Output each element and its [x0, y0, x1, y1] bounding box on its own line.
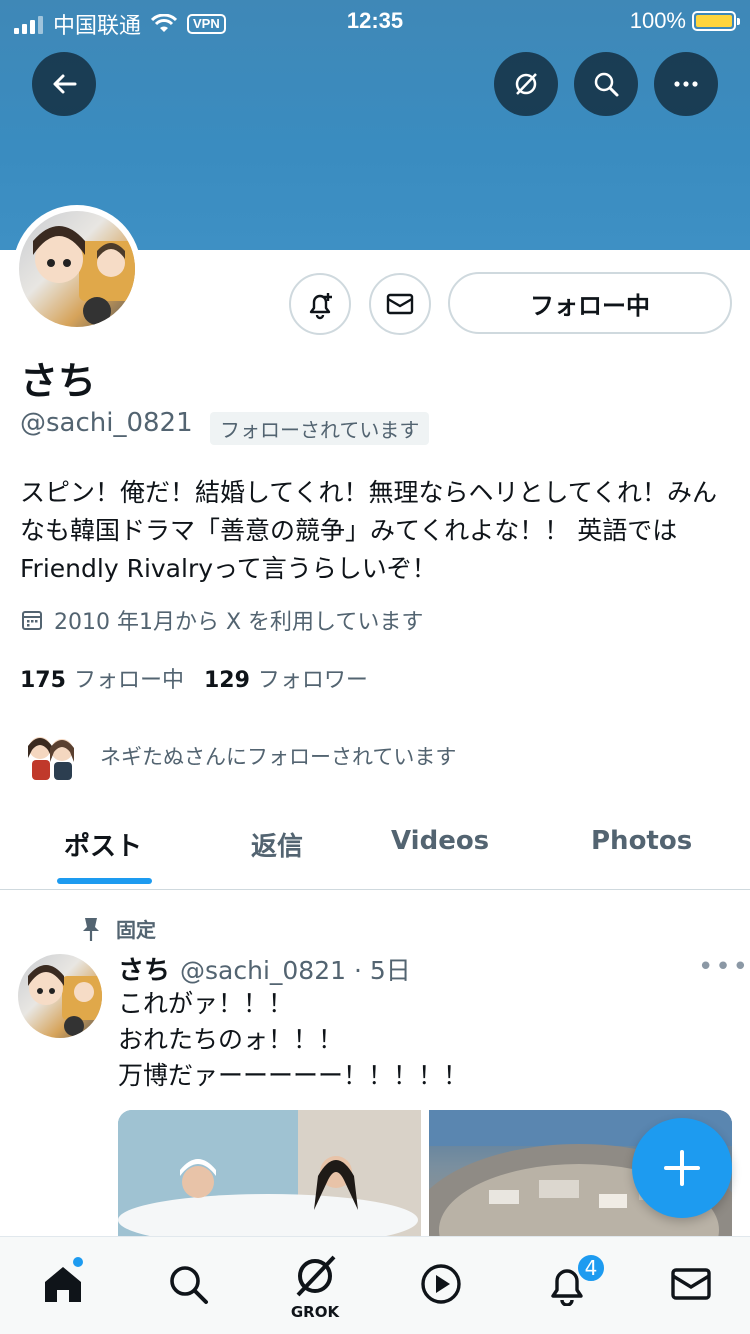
- battery-icon: [692, 11, 740, 31]
- post-line: 万博だァーーーーー！！！！！: [118, 1061, 469, 1090]
- tab-replies[interactable]: 返信: [251, 826, 303, 863]
- nav-video[interactable]: [416, 1259, 466, 1309]
- grok-icon: [296, 1255, 336, 1297]
- mutual-avatars: [20, 728, 80, 784]
- search-icon: [594, 72, 619, 97]
- post-line: おれたちのォ！！！: [118, 1025, 344, 1054]
- play-circle-icon: [421, 1264, 461, 1304]
- status-bar: 中国联通 VPN 12:35 100%: [0, 0, 750, 42]
- handle: @sachi_0821: [20, 408, 193, 438]
- pinned-label: 固定: [116, 918, 156, 942]
- nav-home[interactable]: [38, 1259, 88, 1309]
- follows-you-badge: フォローされています: [210, 412, 430, 445]
- display-name: さち: [20, 359, 97, 403]
- nav-messages[interactable]: [666, 1259, 716, 1309]
- profile-avatar[interactable]: [13, 205, 141, 333]
- envelope-icon: [386, 293, 414, 315]
- battery-percent: 100%: [629, 8, 686, 33]
- grok-icon: [515, 73, 537, 95]
- notifications-badge: 4: [576, 1253, 606, 1283]
- tab-posts[interactable]: ポスト: [64, 826, 142, 863]
- envelope-icon: [671, 1268, 711, 1300]
- following-count: 175: [20, 668, 66, 693]
- followed-by[interactable]: ネギたぬさんにフォローされています: [20, 728, 456, 784]
- post-more-icon[interactable]: •••: [698, 952, 750, 982]
- nav-search[interactable]: [163, 1259, 213, 1309]
- arrow-left-icon: [53, 74, 77, 94]
- more-icon: [674, 81, 698, 87]
- search-button[interactable]: [574, 52, 638, 116]
- home-icon: [45, 1267, 81, 1302]
- message-button[interactable]: [369, 273, 431, 335]
- followed-by-text: ネギたぬさんにフォローされています: [100, 745, 457, 769]
- compose-post-button[interactable]: [632, 1118, 732, 1218]
- bell-plus-icon: [309, 293, 332, 320]
- notify-button[interactable]: [289, 273, 351, 335]
- home-notification-dot: [73, 1257, 83, 1267]
- plus-icon: [664, 1150, 700, 1186]
- post-author-name[interactable]: さち: [118, 950, 170, 987]
- post-image-1[interactable]: [118, 1110, 421, 1236]
- grok-label: GROK: [290, 1303, 340, 1321]
- post-meta: @sachi_0821 · 5日: [180, 956, 411, 985]
- pinned-indicator: 固定: [80, 914, 156, 943]
- more-button[interactable]: [654, 52, 718, 116]
- bio: スピン！俺だ！結婚してくれ！無理ならヘリとしてくれ！みんなも韓国ドラマ「善意の競…: [20, 478, 718, 583]
- joined-text: 2010 年1月から X を利用しています: [54, 610, 424, 635]
- post-text: これがァ！！！ おれたちのォ！！！ 万博だァーーーーー！！！！！: [118, 986, 468, 1094]
- following-label: フォロー中: [73, 668, 184, 693]
- joined-date: 2010 年1月から X を利用しています: [20, 604, 423, 636]
- post-line: これがァ！！！: [118, 989, 294, 1018]
- follow-stats: 175 フォロー中 129 フォロワー: [20, 662, 368, 694]
- tab-photos[interactable]: Photos: [591, 826, 692, 856]
- grok-button[interactable]: [494, 52, 558, 116]
- calendar-icon: [22, 611, 42, 630]
- search-icon: [170, 1266, 208, 1304]
- followers-count: 129: [203, 668, 250, 693]
- following-button[interactable]: フォロー中: [448, 272, 732, 334]
- tab-videos[interactable]: Videos: [391, 826, 489, 856]
- followers-link[interactable]: 129 フォロワー: [204, 662, 368, 694]
- back-button[interactable]: [32, 52, 96, 116]
- post-header: さち @sachi_0821 · 5日: [118, 950, 411, 987]
- followers-label: フォロワー: [257, 668, 368, 693]
- bottom-nav: GROK 4: [0, 1236, 750, 1334]
- post-avatar[interactable]: [18, 954, 102, 1038]
- following-link[interactable]: 175 フォロー中: [20, 662, 184, 694]
- avatar-image: [19, 211, 135, 327]
- active-tab-indicator: [57, 878, 152, 884]
- pin-icon: [83, 917, 99, 941]
- nav-grok[interactable]: [290, 1251, 340, 1301]
